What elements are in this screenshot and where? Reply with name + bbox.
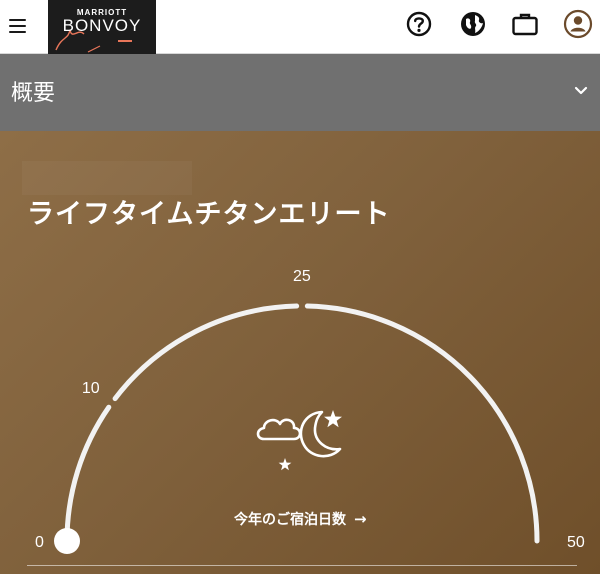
gauge-tick-label-25: 25 <box>293 268 311 285</box>
gauge-segment-25-50 <box>304 303 540 544</box>
gauge-tick-label-50: 50 <box>567 534 585 551</box>
help-icon[interactable] <box>403 8 435 40</box>
account-icon[interactable] <box>562 8 594 40</box>
night-moon-stars-icon <box>256 410 342 471</box>
status-card: ライフタイムチタンエリート 0 10 25 50 今年のご宿泊日数 → <box>0 131 600 574</box>
overview-title: 概要 <box>11 81 56 106</box>
gauge-segment-0-10 <box>64 404 112 544</box>
hamburger-menu-icon[interactable] <box>7 16 29 36</box>
briefcase-icon[interactable] <box>509 8 541 40</box>
gauge-segment-10-25 <box>112 303 300 402</box>
gauge-tick-label-0: 0 <box>35 534 44 551</box>
logo-text-main: BONVOY <box>62 16 142 35</box>
top-header: MARRIOTT BONVOY <box>0 0 600 54</box>
gauge-tick-label-10: 10 <box>81 379 100 397</box>
arrow-right-icon: → <box>354 510 367 528</box>
nights-this-year-label: 今年のご宿泊日数 <box>234 512 346 528</box>
marriott-bonvoy-logo[interactable]: MARRIOTT BONVOY <box>48 0 156 54</box>
overview-accordion[interactable]: 概要 <box>0 54 600 131</box>
card-divider <box>27 565 577 566</box>
gauge-progress-marker <box>54 528 80 554</box>
nights-this-year-link[interactable]: 今年のご宿泊日数 → <box>234 509 367 530</box>
nights-gauge <box>54 303 540 554</box>
chevron-down-icon[interactable] <box>574 86 588 96</box>
globe-icon[interactable] <box>457 8 489 40</box>
